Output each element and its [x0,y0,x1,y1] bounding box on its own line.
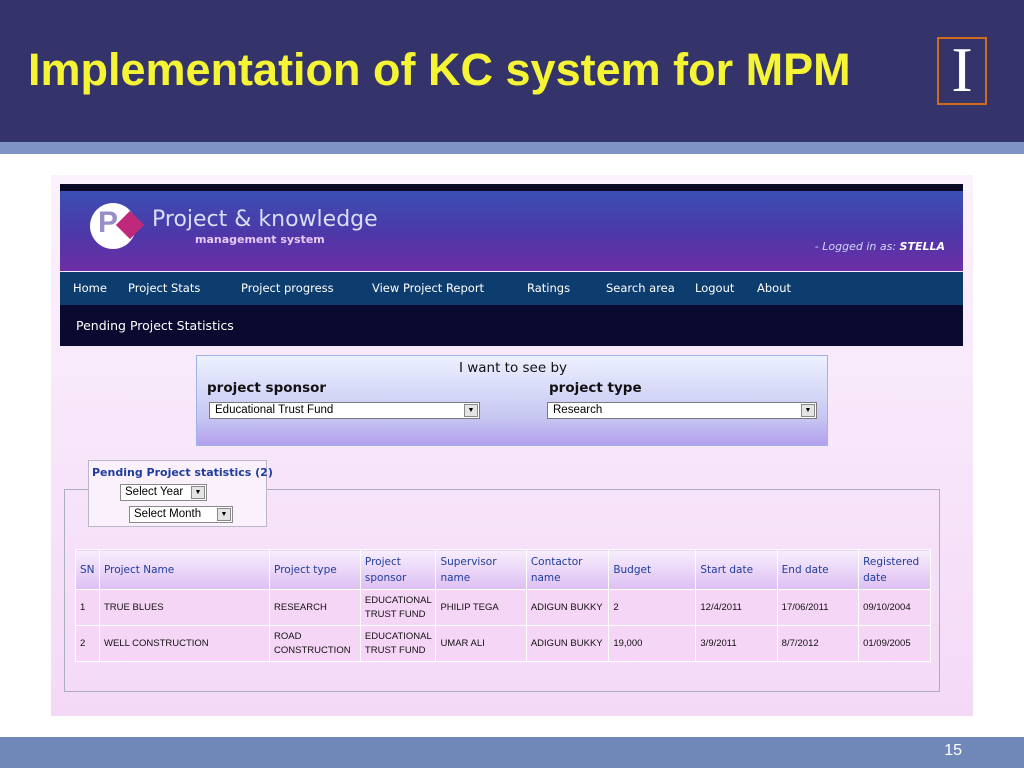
page-title: Pending Project Statistics [76,318,234,333]
slide: Implementation of KC system for MPM I P … [0,0,1024,768]
app-header: P Project & knowledge management system … [60,191,963,271]
col-project-name: Project Name [98,549,271,590]
app-subtitle: management system [195,233,325,246]
month-select-value: Select Month [134,508,202,520]
filter-box: I want to see by project sponsor Educati… [196,355,828,446]
cell-contactor-name: ADIGUN BUKKY [525,625,610,662]
nav-ratings[interactable]: Ratings [527,281,570,295]
type-label: project type [549,380,642,396]
year-select-value: Select Year [125,486,184,498]
cell-supervisor-name: UMAR ALI [435,625,527,662]
cell-end-date: 17/06/2011 [776,589,860,626]
footer-bar: 15 [0,737,1024,768]
cell-budget: 2 [608,589,697,626]
app-name: Project & knowledge [152,207,378,232]
col-end-date: End date [776,549,860,590]
cell-project-sponsor: EDUCATIONAL TRUST FUND [359,589,437,626]
cell-project-name: WELL CONSTRUCTION [98,625,271,662]
app-top-line [60,184,963,191]
stats-legend: Pending Project statistics (2) Select Ye… [88,460,273,527]
cell-project-type: RESEARCH [269,589,361,626]
cell-start-date: 3/9/2011 [695,625,778,662]
cell-registered-date: 09/10/2004 [858,589,931,626]
column-logo-icon: I [951,34,973,105]
nav-project-stats[interactable]: Project Stats [128,281,200,295]
table-row[interactable]: 1 TRUE BLUES RESEARCH EDUCATIONAL TRUST … [75,589,931,626]
type-select-value: Research [553,404,603,416]
chevron-down-icon: ▼ [217,508,231,521]
slide-title: Implementation of KC system for MPM [28,44,851,95]
col-project-type: Project type [269,549,361,590]
cell-sn: 1 [75,589,100,626]
nav-bar: Home Project Stats Project progress View… [60,272,963,305]
nav-search-area[interactable]: Search area [606,281,675,295]
app-screenshot: P Project & knowledge management system … [51,175,973,716]
stats-table: SN Project Name Project type Project spo… [75,549,931,662]
stats-legend-title: Pending Project statistics (2) [92,466,273,479]
cell-project-sponsor: EDUCATIONAL TRUST FUND [359,625,437,662]
chevron-down-icon: ▼ [801,404,815,417]
sponsor-select-value: Educational Trust Fund [215,404,334,416]
col-supervisor-name: Supervisor name [435,549,527,590]
chevron-down-icon: ▼ [464,404,478,417]
nav-home[interactable]: Home [73,281,107,295]
page-header: Pending Project Statistics [60,305,963,346]
table-header-row: SN Project Name Project type Project spo… [75,549,931,590]
month-select[interactable]: Select Month ▼ [129,506,233,523]
cell-project-name: TRUE BLUES [98,589,271,626]
logged-in-user: STELLA [899,240,945,253]
col-sn: SN [75,549,100,590]
col-budget: Budget [608,549,697,590]
col-start-date: Start date [695,549,778,590]
title-stripe [0,142,1024,154]
filter-heading: I want to see by [458,360,568,376]
cell-end-date: 8/7/2012 [776,625,860,662]
table-row[interactable]: 2 WELL CONSTRUCTION ROAD CONSTRUCTION ED… [75,625,931,662]
app-logo-letter: P [98,206,119,239]
nav-about[interactable]: About [757,281,791,295]
col-contactor-name: Contactor name [525,549,610,590]
nav-project-progress[interactable]: Project progress [241,281,334,295]
col-project-sponsor: Project sponsor [359,549,437,590]
nav-view-project-report[interactable]: View Project Report [372,281,484,295]
col-registered-date: Registered date [858,549,931,590]
cell-sn: 2 [75,625,100,662]
logged-in-label: - Logged in as: [814,240,900,253]
nav-logout[interactable]: Logout [695,281,734,295]
logged-in-status: - Logged in as: STELLA [815,240,945,253]
type-select[interactable]: Research ▼ [547,402,817,419]
year-select[interactable]: Select Year ▼ [120,484,207,501]
chevron-down-icon: ▼ [191,486,205,499]
cell-supervisor-name: PHILIP TEGA [435,589,527,626]
cell-start-date: 12/4/2011 [695,589,778,626]
cell-budget: 19,000 [608,625,697,662]
page-number: 15 [944,742,962,759]
cell-contactor-name: ADIGUN BUKKY [525,589,610,626]
sponsor-label: project sponsor [207,380,327,396]
cell-registered-date: 01/09/2005 [858,625,931,662]
cell-project-type: ROAD CONSTRUCTION [269,625,361,662]
sponsor-select[interactable]: Educational Trust Fund ▼ [209,402,480,419]
